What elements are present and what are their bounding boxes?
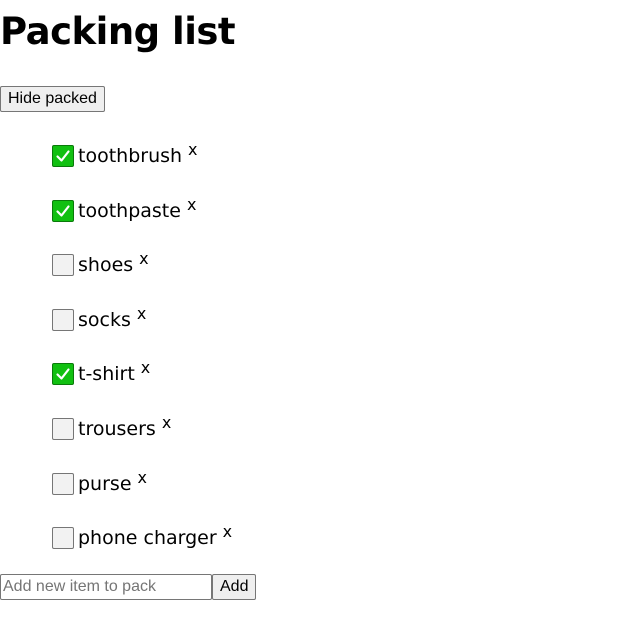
item-label: phone charger <box>78 527 217 550</box>
item-label: socks <box>78 308 131 331</box>
packed-checkbox[interactable] <box>52 199 74 222</box>
packed-checkbox[interactable] <box>52 145 74 167</box>
remove-item-button[interactable]: x <box>137 304 146 323</box>
remove-item-button[interactable]: x <box>138 468 147 487</box>
item-label: trousers <box>78 417 156 440</box>
hide-packed-button[interactable]: Hide packed <box>0 86 105 112</box>
remove-item-button[interactable]: x <box>162 413 171 432</box>
item-label: purse <box>78 472 132 495</box>
add-button[interactable]: Add <box>212 574 257 600</box>
item-label: toothbrush <box>78 145 183 167</box>
packed-checkbox[interactable] <box>52 472 74 495</box>
remove-item-button[interactable]: x <box>187 195 196 214</box>
check-icon <box>56 368 70 380</box>
page-title: Packing list <box>0 10 236 53</box>
add-item-form: Add <box>0 574 257 600</box>
remove-item-button[interactable]: x <box>188 140 197 159</box>
check-icon <box>56 150 70 162</box>
item-label: toothpaste <box>78 199 181 222</box>
item-label: t-shirt <box>78 363 135 386</box>
remove-item-button[interactable]: x <box>139 249 148 268</box>
check-icon <box>56 204 70 217</box>
packed-checkbox[interactable] <box>52 363 74 386</box>
item-label: shoes <box>78 254 134 277</box>
remove-item-button[interactable]: x <box>141 358 150 377</box>
new-item-input[interactable] <box>0 574 212 600</box>
packed-checkbox[interactable] <box>52 417 74 440</box>
packed-checkbox[interactable] <box>52 527 74 550</box>
packed-checkbox[interactable] <box>52 254 74 277</box>
packed-checkbox[interactable] <box>52 308 74 331</box>
remove-item-button[interactable]: x <box>223 522 232 541</box>
